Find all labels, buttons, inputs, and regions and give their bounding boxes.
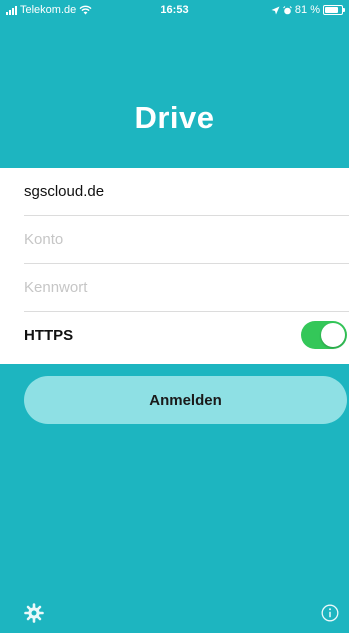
toggle-knob <box>321 323 345 347</box>
password-field[interactable] <box>24 279 324 296</box>
account-row <box>24 216 349 264</box>
login-button[interactable]: Anmelden <box>24 376 347 424</box>
status-right: 81 % <box>271 4 345 16</box>
location-arrow-icon <box>271 6 280 14</box>
gear-icon[interactable] <box>23 602 45 624</box>
battery-icon <box>323 5 345 15</box>
https-toggle[interactable] <box>301 321 347 349</box>
battery-percent: 81 % <box>294 4 320 16</box>
bottom-area: Anmelden <box>0 364 349 633</box>
alarm-icon <box>283 5 292 14</box>
app-title: Drive <box>134 100 215 135</box>
header: Telekom.de 16:53 81 % Drive <box>0 0 349 168</box>
info-icon[interactable] <box>321 604 339 622</box>
https-label: HTTPS <box>24 327 74 344</box>
server-field[interactable] <box>24 183 324 200</box>
server-row <box>24 168 349 216</box>
account-field[interactable] <box>24 231 324 248</box>
password-row <box>24 264 349 312</box>
login-form: HTTPS <box>0 168 349 364</box>
login-screen: Telekom.de 16:53 81 % Drive sgscloud.de … <box>0 0 349 633</box>
https-row: HTTPS <box>24 312 349 359</box>
status-bar: Telekom.de 16:53 81 % <box>0 0 349 20</box>
